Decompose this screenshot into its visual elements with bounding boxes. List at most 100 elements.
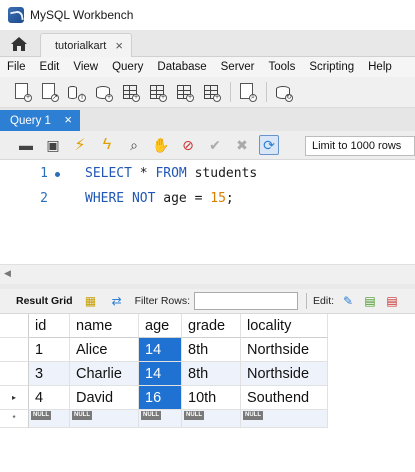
column-header[interactable]: age bbox=[139, 314, 182, 338]
column-header[interactable]: grade bbox=[182, 314, 241, 338]
new-row-marker: * bbox=[0, 410, 29, 428]
title-bar: MySQL Workbench bbox=[0, 0, 415, 30]
sql-editor[interactable]: 1 SELECT * FROM students 2 WHERE NOT age… bbox=[0, 160, 415, 264]
table-cell[interactable]: Charlie bbox=[70, 362, 139, 386]
rollback-icon[interactable]: ✖ bbox=[232, 135, 252, 155]
toggle-continue-on-error-icon[interactable]: ⊘ bbox=[178, 135, 198, 155]
scroll-left-icon[interactable]: ◀ bbox=[4, 268, 11, 279]
connection-tab[interactable]: tutorialkart × bbox=[40, 33, 132, 57]
editor-line: 1 SELECT * FROM students bbox=[0, 163, 415, 183]
reconnect-icon[interactable]: ↻ bbox=[273, 82, 293, 102]
row-limit-label: Limit to 1000 rows bbox=[312, 140, 402, 152]
execute-current-statement-icon[interactable]: ϟ bbox=[97, 135, 117, 155]
menu-help[interactable]: Help bbox=[368, 61, 392, 73]
create-schema-icon[interactable]: + bbox=[93, 82, 113, 102]
query-tab-strip: Query 1 × bbox=[0, 108, 415, 131]
table-cell[interactable]: NULL bbox=[241, 410, 328, 428]
refresh-icon[interactable]: ⇄ bbox=[109, 293, 125, 309]
null-badge: NULL bbox=[243, 411, 263, 420]
table-cell[interactable]: Northside bbox=[241, 362, 328, 386]
grid-layout-icon[interactable]: ▦ bbox=[83, 293, 99, 309]
search-table-data-icon[interactable]: ⌕ bbox=[237, 82, 257, 102]
editor-horizontal-scrollbar[interactable]: ◀ bbox=[0, 264, 415, 284]
menu-edit[interactable]: Edit bbox=[40, 61, 60, 73]
toolbar-divider bbox=[306, 293, 308, 309]
open-file-icon[interactable]: ▬ bbox=[16, 135, 36, 155]
table-cell[interactable]: Alice bbox=[70, 338, 139, 362]
commit-icon[interactable]: ✔ bbox=[205, 135, 225, 155]
column-header[interactable]: name bbox=[70, 314, 139, 338]
save-icon[interactable]: ▣ bbox=[43, 135, 63, 155]
result-grid: id name age grade locality 1 Alice 14 8t… bbox=[0, 314, 415, 472]
filter-rows-input[interactable] bbox=[194, 292, 299, 310]
new-row[interactable]: * NULL NULL NULL NULL NULL bbox=[0, 410, 328, 428]
edit-row-icon[interactable]: ✎ bbox=[340, 293, 356, 309]
menu-scripting[interactable]: Scripting bbox=[309, 61, 354, 73]
row-header-corner bbox=[0, 314, 29, 338]
table-cell[interactable]: 8th bbox=[182, 362, 241, 386]
table-cell[interactable]: 3 bbox=[29, 362, 70, 386]
toolbar-divider bbox=[230, 82, 231, 102]
null-badge: NULL bbox=[31, 411, 51, 420]
menu-server[interactable]: Server bbox=[221, 61, 255, 73]
execute-icon[interactable]: ⚡ bbox=[70, 135, 90, 155]
query-tab[interactable]: Query 1 × bbox=[0, 110, 80, 131]
filter-rows-label: Filter Rows: bbox=[134, 295, 191, 307]
mysql-workbench-logo-icon bbox=[8, 7, 24, 23]
result-grid-toolbar: Result Grid ▦ ⇄ Filter Rows: Edit: ✎ ▤ ▤ bbox=[0, 289, 415, 314]
row-header[interactable] bbox=[0, 362, 29, 386]
editor-line: 2 WHERE NOT age = 15; bbox=[0, 188, 415, 208]
table-row[interactable]: ▸ 4 David 16 10th Southend bbox=[0, 386, 328, 410]
null-badge: NULL bbox=[141, 411, 161, 420]
table-cell[interactable]: NULL bbox=[70, 410, 139, 428]
menu-query[interactable]: Query bbox=[112, 61, 143, 73]
table-cell[interactable]: 10th bbox=[182, 386, 241, 410]
table-row[interactable]: 3 Charlie 14 8th Northside bbox=[0, 362, 328, 386]
table-row[interactable]: 1 Alice 14 8th Northside bbox=[0, 338, 328, 362]
current-row-marker[interactable]: ▸ bbox=[0, 386, 29, 410]
home-button[interactable] bbox=[0, 30, 38, 57]
column-header[interactable]: id bbox=[29, 314, 70, 338]
delete-row-icon[interactable]: ▤ bbox=[384, 293, 400, 309]
result-grid-label: Result Grid bbox=[16, 295, 73, 307]
editor-line-code: SELECT * FROM students bbox=[85, 165, 258, 181]
toolbar-divider bbox=[266, 82, 267, 102]
row-header[interactable] bbox=[0, 338, 29, 362]
create-function-icon[interactable]: + bbox=[201, 82, 221, 102]
menu-view[interactable]: View bbox=[73, 61, 98, 73]
autocommit-toggle-icon[interactable]: ⟳ bbox=[259, 135, 279, 155]
statement-marker-icon bbox=[55, 172, 60, 177]
row-limit-select[interactable]: Limit to 1000 rows bbox=[305, 136, 415, 156]
table-cell[interactable]: NULL bbox=[139, 410, 182, 428]
table-cell[interactable]: 4 bbox=[29, 386, 70, 410]
open-sql-script-icon[interactable]: ↗ bbox=[39, 82, 59, 102]
menu-tools[interactable]: Tools bbox=[269, 61, 296, 73]
menu-file[interactable]: File bbox=[7, 61, 26, 73]
inspector-icon[interactable]: i bbox=[66, 82, 86, 102]
table-cell[interactable]: NULL bbox=[182, 410, 241, 428]
table-cell-selected[interactable]: 14 bbox=[139, 362, 182, 386]
table-cell[interactable]: David bbox=[70, 386, 139, 410]
table-cell[interactable]: 1 bbox=[29, 338, 70, 362]
menu-database[interactable]: Database bbox=[157, 61, 206, 73]
stop-icon[interactable]: ✋ bbox=[151, 135, 171, 155]
table-cell-selected[interactable]: 14 bbox=[139, 338, 182, 362]
create-table-icon[interactable]: + bbox=[120, 82, 140, 102]
table-cell[interactable]: Southend bbox=[241, 386, 328, 410]
table-cell-selected[interactable]: 16 bbox=[139, 386, 182, 410]
create-procedure-icon[interactable]: + bbox=[174, 82, 194, 102]
explain-icon[interactable]: ⌕ bbox=[124, 135, 144, 155]
insert-row-icon[interactable]: ▤ bbox=[362, 293, 378, 309]
create-view-icon[interactable]: + bbox=[147, 82, 167, 102]
connection-tab-label: tutorialkart bbox=[55, 39, 107, 52]
new-sql-tab-icon[interactable]: + bbox=[12, 82, 32, 102]
table-cell[interactable]: 8th bbox=[182, 338, 241, 362]
column-header[interactable]: locality bbox=[241, 314, 328, 338]
edit-label: Edit: bbox=[313, 295, 335, 307]
connection-tab-close-icon[interactable]: × bbox=[115, 38, 123, 53]
query-tab-close-icon[interactable]: × bbox=[64, 112, 72, 127]
table-cell[interactable]: NULL bbox=[29, 410, 70, 428]
main-toolbar: + ↗ i + + + + + ⌕ ↻ bbox=[0, 77, 415, 108]
table-cell[interactable]: Northside bbox=[241, 338, 328, 362]
menu-bar: File Edit View Query Database Server Too… bbox=[0, 57, 415, 77]
